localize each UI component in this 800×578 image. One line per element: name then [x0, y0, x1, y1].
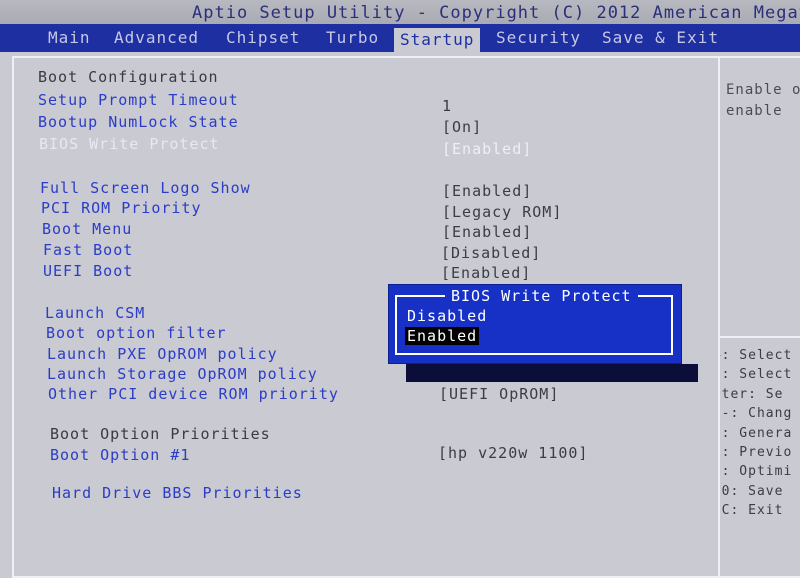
key-hint-f9: F9: Optimi [720, 464, 793, 480]
popup-shadow [406, 364, 698, 382]
setting-hard-drive-bbs-priorities[interactable]: Hard Drive BBS Priorities [52, 484, 303, 502]
value-pci-rom-priority: [Legacy ROM] [442, 203, 563, 221]
value-uefi-boot: [Enabled] [441, 264, 532, 282]
value-other-pci-device-rom-priority: [UEFI OpROM] [439, 385, 560, 403]
tab-bar: Main Advanced Chipset Turbo Startup Secu… [0, 24, 800, 52]
setting-full-screen-logo-show[interactable]: Full Screen Logo Show [40, 179, 251, 197]
setting-boot-menu[interactable]: Boot Menu [42, 220, 132, 238]
key-hint-f10: F10: Save [720, 483, 784, 499]
popup-option-enabled[interactable]: Enabled [405, 327, 480, 345]
setting-bootup-numlock-state[interactable]: Bootup NumLock State [38, 113, 239, 131]
key-legend: →←: Select ↑↓: Select Enter: Se +/-: Cha… [720, 346, 793, 521]
app-title: Aptio Setup Utility - Copyright (C) 2012… [192, 3, 800, 23]
popup-title: BIOS Write Protect [445, 287, 638, 305]
setting-pci-rom-priority[interactable]: PCI ROM Priority [41, 199, 202, 217]
setting-boot-option-1[interactable]: Boot Option #1 [50, 446, 190, 464]
value-bios-write-protect: [Enabled] [442, 140, 533, 158]
help-line: Enable o [726, 82, 800, 98]
key-hint-enter: Enter: Se [720, 386, 784, 402]
key-hint-f7: F7: Previo [720, 445, 793, 461]
help-description: Enable o enable [726, 80, 800, 122]
tab-main[interactable]: Main [42, 26, 97, 50]
setting-boot-option-filter[interactable]: Boot option filter [46, 324, 227, 342]
setting-bios-write-protect[interactable]: BIOS Write Protect [39, 135, 220, 153]
setting-other-pci-device-rom-priority[interactable]: Other PCI device ROM priority [48, 385, 339, 403]
section-boot-configuration: Boot Configuration [38, 68, 219, 86]
tab-advanced[interactable]: Advanced [108, 26, 205, 50]
key-hint-change: +/-: Chang [720, 406, 793, 422]
tab-chipset[interactable]: Chipset [220, 26, 306, 50]
setting-fast-boot[interactable]: Fast Boot [43, 241, 133, 259]
option-popup: BIOS Write Protect Disabled Enabled [388, 284, 682, 364]
value-setup-prompt-timeout: 1 [442, 97, 453, 115]
popup-option-disabled[interactable]: Disabled [407, 307, 487, 325]
setting-launch-pxe-oprom-policy[interactable]: Launch PXE OpROM policy [47, 345, 278, 363]
value-full-screen-logo-show: [Enabled] [442, 182, 533, 200]
setting-uefi-boot[interactable]: UEFI Boot [43, 262, 133, 280]
setting-launch-csm[interactable]: Launch CSM [45, 304, 145, 322]
value-bootup-numlock-state: [On] [442, 118, 483, 136]
value-boot-option-1: [hp v220w 1100] [438, 444, 589, 462]
value-fast-boot: [Disabled] [441, 244, 542, 262]
key-hint-f1: F1: Genera [720, 425, 793, 441]
help-line: enable [726, 103, 783, 119]
setting-launch-storage-oprom-policy[interactable]: Launch Storage OpROM policy [47, 365, 318, 383]
key-hint-select-screen: →←: Select [720, 348, 793, 363]
setting-setup-prompt-timeout[interactable]: Setup Prompt Timeout [38, 91, 239, 109]
popup-frame: BIOS Write Protect Disabled Enabled [395, 287, 673, 355]
tab-turbo[interactable]: Turbo [320, 26, 385, 50]
tab-startup[interactable]: Startup [394, 28, 481, 52]
section-boot-option-priorities: Boot Option Priorities [50, 425, 271, 443]
help-panel: Enable o enable →←: Select ↑↓: Select En… [718, 56, 800, 578]
help-divider [720, 336, 800, 338]
tab-security[interactable]: Security [490, 26, 587, 50]
key-hint-esc: ESC: Exit [720, 503, 784, 519]
title-bar: Aptio Setup Utility - Copyright (C) 2012… [0, 0, 800, 24]
key-hint-select-item: ↑↓: Select [720, 367, 793, 383]
tab-save-exit[interactable]: Save & Exit [596, 26, 725, 50]
value-boot-menu: [Enabled] [442, 223, 533, 241]
